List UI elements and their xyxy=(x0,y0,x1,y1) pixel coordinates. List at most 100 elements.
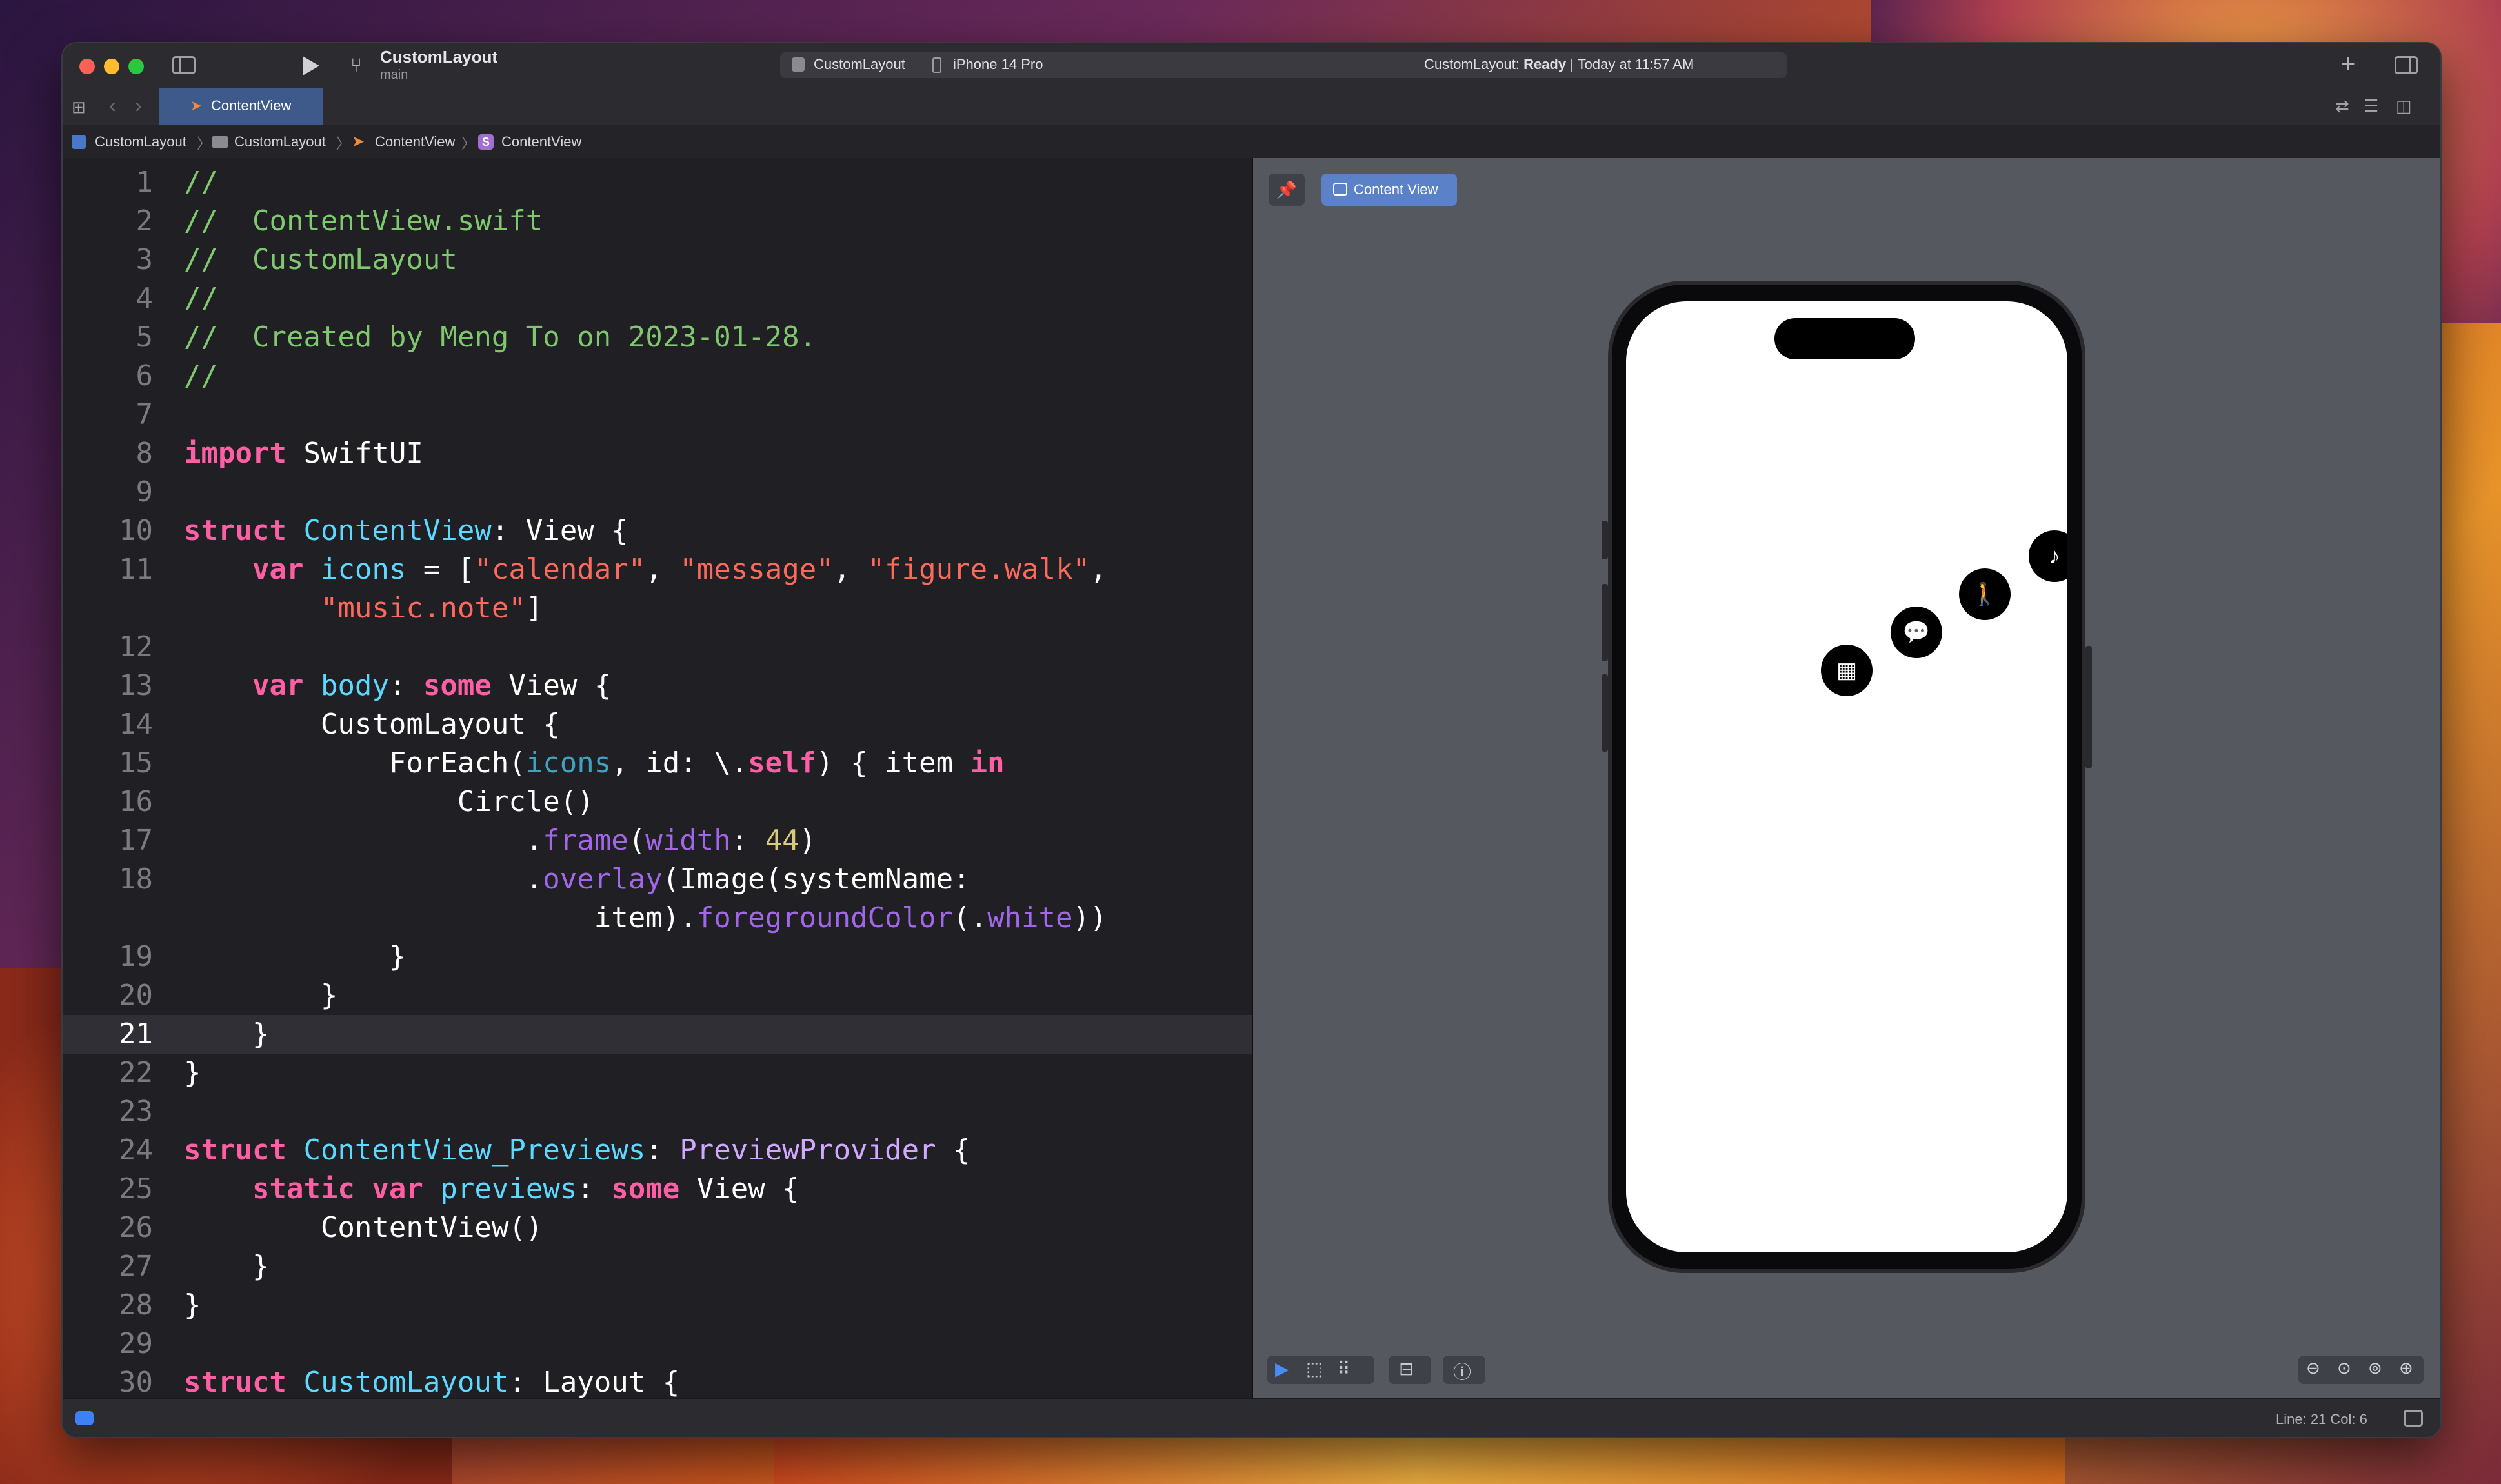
code-token: Circle() xyxy=(184,785,594,818)
line-number: 23 xyxy=(119,1095,153,1128)
code-token: "music.note" xyxy=(320,592,526,625)
code-line[interactable]: 24 struct ContentView_Previews: PreviewPr… xyxy=(63,1131,1252,1170)
code-token: var xyxy=(252,669,304,702)
code-token: // ContentView.swift xyxy=(184,205,543,237)
variants-icon[interactable]: ⠿ xyxy=(1337,1358,1351,1379)
adjust-editor-icon[interactable]: ☰ xyxy=(2364,96,2378,116)
scheme-selector[interactable]: CustomLayout xyxy=(814,56,905,73)
code-line[interactable]: 16 Circle() xyxy=(63,783,1252,821)
code-line[interactable]: 28} xyxy=(63,1286,1252,1325)
info-icon[interactable]: ⓘ xyxy=(1453,1358,1471,1384)
code-line[interactable]: 15 ForEach(icons, id: \.self) { item in xyxy=(63,744,1252,783)
code-line[interactable]: 7 xyxy=(63,396,1252,434)
code-line[interactable]: 23 xyxy=(63,1092,1252,1131)
line-number: 4 xyxy=(136,282,154,315)
code-line[interactable]: 25 static var previews: some View { xyxy=(63,1170,1252,1208)
run-button[interactable] xyxy=(303,56,319,75)
source-editor[interactable]: 1 // 2 // ContentView.swift 3 // CustomLayout… xyxy=(63,158,1253,1398)
zoom-to-fit-icon[interactable]: ⊚ xyxy=(2368,1358,2382,1378)
breadcrumb-group[interactable]: CustomLayout xyxy=(234,134,326,150)
line-number: 3 xyxy=(136,243,154,276)
code-token: : xyxy=(577,1172,612,1205)
code-token: previews xyxy=(440,1172,578,1205)
code-token: ) { item xyxy=(816,747,970,779)
refresh-icon[interactable]: ⇄ xyxy=(2335,96,2349,116)
breadcrumb: CustomLayout 〉 CustomLayout 〉 ➤ ContentV… xyxy=(63,125,2440,159)
selectable-mode-icon[interactable]: ⬚ xyxy=(1306,1358,1323,1379)
preview-canvas[interactable]: 📌 Content View ▦ 💬 🚶 ♪ ▶ ⬚ ⠿ ⊟ ⓘ ⊖ ⊙ ⊚ ⊕ xyxy=(1253,158,2440,1398)
code-token: // xyxy=(184,282,218,315)
code-token: . xyxy=(184,824,543,857)
code-line[interactable]: 10 struct ContentView: View { xyxy=(63,512,1252,550)
code-line[interactable]: 19 } xyxy=(63,938,1252,976)
code-line[interactable]: 4 // xyxy=(63,279,1252,318)
code-line[interactable]: 29 xyxy=(63,1325,1252,1363)
split-editor-icon[interactable]: ◫ xyxy=(2396,96,2412,116)
code-line[interactable]: 20 } xyxy=(63,976,1252,1015)
code-token: : xyxy=(645,1134,680,1167)
code-line[interactable]: 1 // xyxy=(63,163,1252,202)
code-token: CustomLayout xyxy=(303,1366,509,1398)
code-token: item). xyxy=(184,901,697,934)
code-line[interactable]: 21 } xyxy=(63,1015,1252,1054)
debug-area-icon[interactable] xyxy=(75,1411,94,1425)
code-token: View { xyxy=(491,669,612,702)
close-button[interactable] xyxy=(79,59,95,74)
code-line[interactable]: 9 xyxy=(63,473,1252,512)
iphone-screen[interactable]: ▦ 💬 🚶 ♪ xyxy=(1626,301,2067,1252)
code-line[interactable]: 3 // CustomLayout xyxy=(63,241,1252,279)
code-line[interactable]: 11 var icons = ["calendar", "message", "… xyxy=(63,550,1252,589)
grid-icon[interactable]: ⊞ xyxy=(72,97,86,117)
panel-toggle-icon[interactable] xyxy=(2404,1410,2423,1427)
code-token: // xyxy=(184,359,218,392)
live-preview-icon[interactable]: ▶ xyxy=(1275,1358,1289,1379)
tab-label: ContentView xyxy=(211,97,292,114)
device-selector[interactable]: iPhone 14 Pro xyxy=(953,56,1043,73)
code-line[interactable]: 26 ContentView() xyxy=(63,1208,1252,1247)
code-line[interactable]: 8 import SwiftUI xyxy=(63,434,1252,473)
code-token: ( xyxy=(628,824,646,857)
inspector-toggle-icon[interactable] xyxy=(2395,56,2418,74)
code-text: } xyxy=(184,1247,270,1286)
breadcrumb-file[interactable]: ContentView xyxy=(375,134,455,150)
code-text: // ContentView.swift xyxy=(184,202,543,241)
code-line[interactable]: 2 // ContentView.swift xyxy=(63,202,1252,241)
zoom-button[interactable] xyxy=(128,59,144,74)
tab-contentview[interactable]: ➤ ContentView xyxy=(159,88,323,125)
add-icon[interactable]: + xyxy=(2340,50,2355,79)
zoom-out-icon[interactable]: ⊖ xyxy=(2306,1358,2320,1378)
code-text: } xyxy=(184,1286,201,1325)
pin-icon[interactable]: 📌 xyxy=(1269,174,1305,206)
zoom-to-100-icon[interactable]: ⊙ xyxy=(2337,1358,2351,1378)
project-name[interactable]: CustomLayout xyxy=(380,47,497,67)
code-line[interactable]: 5 // Created by Meng To on 2023-01-28. xyxy=(63,318,1252,357)
code-line[interactable]: 12 xyxy=(63,628,1252,667)
line-number: 19 xyxy=(119,940,153,973)
zoom-in-icon[interactable]: ⊕ xyxy=(2399,1358,2413,1378)
code-line[interactable]: 17 .frame(width: 44) xyxy=(63,821,1252,860)
code-text: var body: some View { xyxy=(184,667,611,705)
code-line[interactable]: 30 struct CustomLayout: Layout { xyxy=(63,1363,1252,1398)
device-settings-icon[interactable]: ⊟ xyxy=(1399,1358,1414,1379)
navigator-toggle-icon[interactable] xyxy=(172,56,196,74)
code-line[interactable]: 14 CustomLayout { xyxy=(63,705,1252,744)
code-text: // xyxy=(184,279,218,318)
chevron-right-icon[interactable]: › xyxy=(135,94,142,117)
code-line[interactable]: 6 // xyxy=(63,357,1252,396)
code-text: ContentView() xyxy=(184,1208,543,1247)
minimize-button[interactable] xyxy=(104,59,119,74)
code-line[interactable]: 13 var body: some View { xyxy=(63,667,1252,705)
chevron-left-icon[interactable]: ‹ xyxy=(109,94,116,117)
code-line[interactable]: 18 .overlay(Image(systemName: xyxy=(63,860,1252,899)
code-token: self xyxy=(748,747,817,779)
code-line[interactable]: 22} xyxy=(63,1054,1252,1092)
code-line[interactable]: item).foregroundColor(.white)) xyxy=(63,899,1252,938)
breadcrumb-symbol[interactable]: ContentView xyxy=(501,134,581,150)
code-line[interactable]: 27 } xyxy=(63,1247,1252,1286)
line-number: 12 xyxy=(119,630,153,663)
breadcrumb-project[interactable]: CustomLayout xyxy=(95,134,186,150)
code-line[interactable]: "music.note"] xyxy=(63,589,1252,628)
